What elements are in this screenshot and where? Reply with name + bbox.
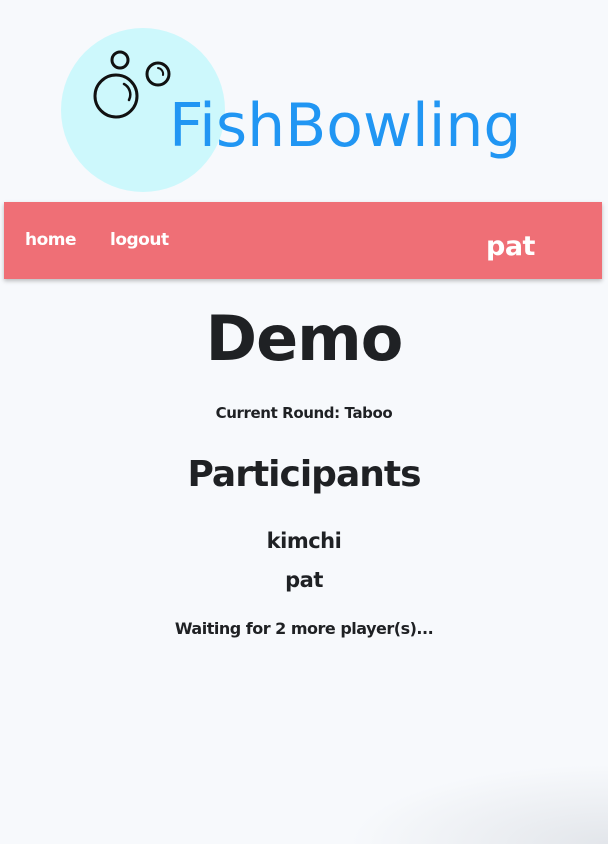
participant-item: kimchi [266, 529, 342, 553]
nav-bar: home logout pat [4, 202, 602, 279]
participants-list: kimchi pat [0, 522, 608, 600]
current-username: pat [486, 231, 535, 262]
logout-link[interactable]: logout [110, 230, 169, 250]
bubbles-icon [93, 50, 171, 119]
home-link[interactable]: home [25, 230, 77, 250]
corner-shade [348, 764, 608, 844]
app-logo: FishBowling [0, 0, 608, 200]
current-round-text: Current Round: Taboo [215, 404, 393, 422]
app-name: FishBowling [169, 91, 522, 161]
game-title: Demo [205, 302, 404, 375]
participants-heading: Participants [187, 454, 421, 495]
participant-item: pat [285, 568, 323, 592]
waiting-status: Waiting for 2 more player(s)... [174, 619, 434, 638]
